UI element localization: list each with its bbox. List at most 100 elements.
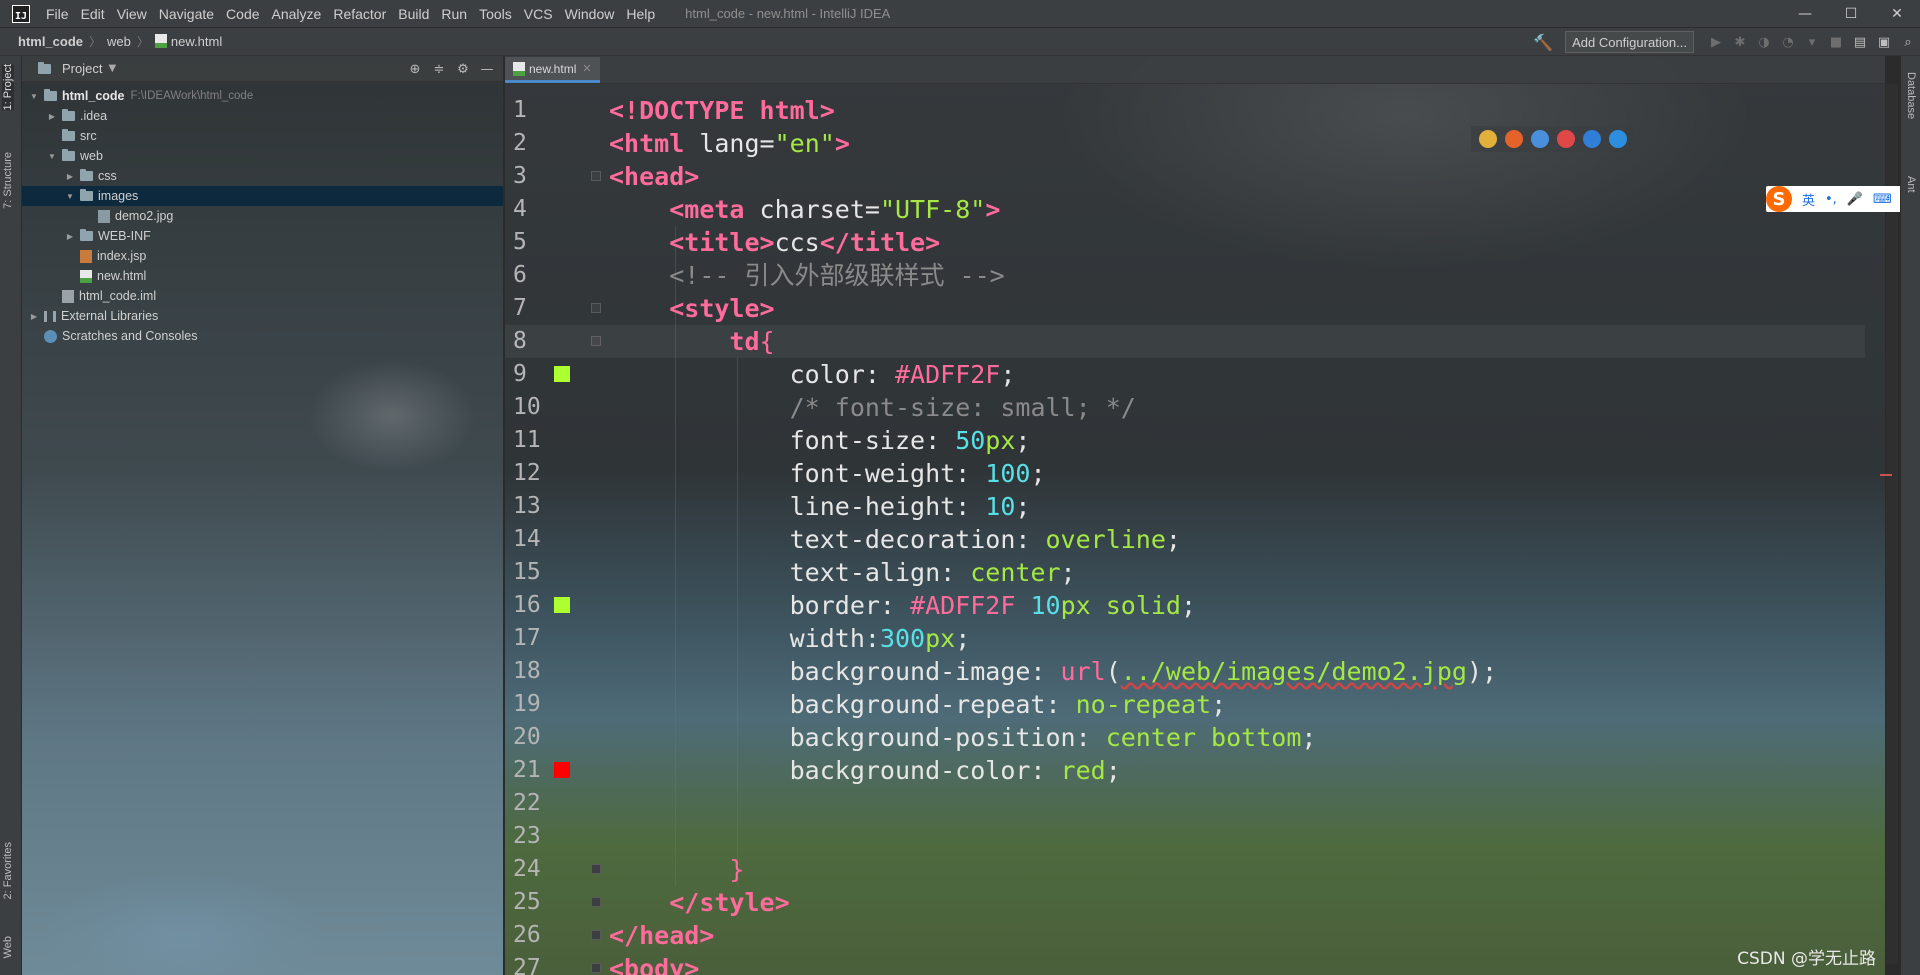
code-line[interactable]: <meta charset="UTF-8"> bbox=[609, 193, 1000, 226]
tree-item[interactable]: new.html bbox=[22, 266, 503, 286]
tree-item[interactable]: ▼ web bbox=[22, 146, 503, 166]
tab-new-html[interactable]: new.html ✕ bbox=[505, 57, 600, 83]
hide-icon[interactable]: — bbox=[475, 62, 499, 77]
search-icon[interactable]: ⌕ bbox=[1896, 30, 1920, 54]
collapse-arrow-icon[interactable]: ▶ bbox=[64, 172, 76, 181]
menu-window[interactable]: Window bbox=[559, 6, 621, 22]
breadcrumb-project[interactable]: html_code bbox=[14, 34, 87, 49]
color-swatch-icon[interactable] bbox=[554, 366, 570, 382]
menu-build[interactable]: Build bbox=[392, 6, 435, 22]
tree-item[interactable]: ▼ images bbox=[22, 186, 503, 206]
ant-tool-tab[interactable]: Ant bbox=[1905, 176, 1917, 193]
favorites-tool-tab[interactable]: 2: Favorites bbox=[2, 842, 14, 899]
debug-icon[interactable]: ✱ bbox=[1728, 30, 1752, 54]
code-line[interactable]: <html lang="en"> bbox=[609, 127, 850, 160]
code-line[interactable]: background-repeat: no-repeat; bbox=[609, 688, 1227, 721]
color-swatch-icon[interactable] bbox=[554, 597, 570, 613]
sogou-logo-icon[interactable]: S bbox=[1766, 186, 1792, 212]
code-line[interactable]: } bbox=[609, 853, 744, 886]
ime-item[interactable]: •, bbox=[1825, 192, 1837, 207]
browser-icon[interactable] bbox=[1583, 130, 1601, 148]
code-line[interactable]: background-image: url(../web/images/demo… bbox=[609, 655, 1497, 688]
menu-help[interactable]: Help bbox=[620, 6, 661, 22]
minimize-button[interactable]: — bbox=[1782, 0, 1828, 28]
project-panel-title[interactable]: Project bbox=[62, 61, 102, 76]
collapse-arrow-icon[interactable]: ▶ bbox=[28, 312, 40, 321]
code-line[interactable]: </head> bbox=[609, 919, 714, 952]
coverage-icon[interactable]: ◑ bbox=[1752, 30, 1776, 54]
menu-tools[interactable]: Tools bbox=[473, 6, 518, 22]
tree-item[interactable]: html_code.iml bbox=[22, 286, 503, 306]
ime-item[interactable]: 英 bbox=[1802, 190, 1815, 209]
code-line[interactable]: line-height: 10; bbox=[609, 490, 1031, 523]
tree-item[interactable]: Scratches and Consoles bbox=[22, 326, 503, 346]
code-line[interactable]: </style> bbox=[609, 886, 789, 919]
code-line[interactable]: border: #ADFF2F 10px solid; bbox=[609, 589, 1196, 622]
chevron-down-icon[interactable]: ▼ bbox=[108, 63, 116, 74]
ime-item[interactable]: 🎤 bbox=[1847, 192, 1863, 207]
run-dropdown-icon[interactable]: ▾ bbox=[1800, 30, 1824, 54]
locate-icon[interactable]: ⊕ bbox=[403, 62, 427, 77]
code-line[interactable]: <style> bbox=[609, 292, 774, 325]
breadcrumb-folder[interactable]: web bbox=[103, 34, 135, 49]
web-tool-tab[interactable]: Web bbox=[2, 936, 14, 958]
code-line[interactable]: color: #ADFF2F; bbox=[609, 358, 1016, 391]
menu-navigate[interactable]: Navigate bbox=[153, 6, 220, 22]
menu-edit[interactable]: Edit bbox=[75, 6, 111, 22]
browser-icon[interactable] bbox=[1505, 130, 1523, 148]
maximize-button[interactable]: ☐ bbox=[1828, 0, 1874, 28]
menu-code[interactable]: Code bbox=[220, 6, 265, 22]
code-line[interactable]: td{ bbox=[609, 325, 774, 358]
code-line[interactable]: text-decoration: overline; bbox=[609, 523, 1181, 556]
collapse-arrow-icon[interactable]: ▶ bbox=[64, 232, 76, 241]
tree-item[interactable]: ▶ css bbox=[22, 166, 503, 186]
fold-marker-icon[interactable] bbox=[591, 930, 601, 940]
fold-marker-icon[interactable] bbox=[591, 171, 601, 181]
build-hammer-icon[interactable]: 🔨 bbox=[1533, 33, 1553, 52]
code-line[interactable]: <title>ccs</title> bbox=[609, 226, 940, 259]
layout-icon[interactable]: ▣ bbox=[1872, 30, 1896, 54]
tree-item[interactable]: ▶ .idea bbox=[22, 106, 503, 126]
project-structure-icon[interactable]: ▤ bbox=[1848, 30, 1872, 54]
tree-item[interactable]: ▶ WEB-INF bbox=[22, 226, 503, 246]
tree-item[interactable]: index.jsp bbox=[22, 246, 503, 266]
error-stripe-marker[interactable] bbox=[1880, 474, 1892, 476]
browser-icon[interactable] bbox=[1531, 130, 1549, 148]
browser-icon[interactable] bbox=[1479, 130, 1497, 148]
menu-analyze[interactable]: Analyze bbox=[266, 6, 328, 22]
structure-tool-tab[interactable]: 7: Structure bbox=[2, 152, 14, 209]
project-tool-tab[interactable]: 1: Project bbox=[2, 64, 14, 111]
code-line[interactable]: font-size: 50px; bbox=[609, 424, 1031, 457]
code-line[interactable]: <head> bbox=[609, 160, 699, 193]
code-line[interactable]: width:300px; bbox=[609, 622, 971, 655]
code-content[interactable]: <!DOCTYPE html> <html lang="en"> <head> <m… bbox=[505, 84, 1879, 975]
ime-item[interactable]: ⌨ bbox=[1873, 192, 1892, 207]
code-line[interactable]: <body> bbox=[609, 952, 699, 975]
code-line[interactable]: background-color: red; bbox=[609, 754, 1121, 787]
code-line[interactable]: text-align: center; bbox=[609, 556, 1076, 589]
expand-arrow-icon[interactable]: ▼ bbox=[46, 152, 58, 161]
code-line[interactable]: <!DOCTYPE html> bbox=[609, 94, 835, 127]
fold-marker-icon[interactable] bbox=[591, 963, 601, 973]
tree-item[interactable]: demo2.jpg bbox=[22, 206, 503, 226]
menu-view[interactable]: View bbox=[111, 6, 153, 22]
menu-run[interactable]: Run bbox=[435, 6, 473, 22]
stop-icon[interactable]: ■ bbox=[1824, 30, 1848, 54]
code-line[interactable]: <!-- 引入外部级联样式 --> bbox=[609, 259, 1004, 292]
code-line[interactable]: font-weight: 100; bbox=[609, 457, 1046, 490]
collapse-arrow-icon[interactable]: ▶ bbox=[46, 112, 58, 121]
code-editor[interactable]: new.html ✕ 1 2 3 4 5 6 7 8 9 10 11 12 13 14 15 16 17 18 19… bbox=[505, 56, 1885, 975]
tree-item[interactable]: ▼ html_code F:\IDEAWork\html_code bbox=[22, 86, 503, 106]
fold-marker-icon[interactable] bbox=[591, 303, 601, 313]
code-line[interactable]: background-position: center bottom; bbox=[609, 721, 1317, 754]
menu-file[interactable]: File bbox=[40, 6, 75, 22]
editor-scrollbar[interactable] bbox=[1886, 84, 1898, 964]
close-window-button[interactable]: ✕ bbox=[1874, 0, 1920, 28]
menu-refactor[interactable]: Refactor bbox=[327, 6, 392, 22]
add-configuration-button[interactable]: Add Configuration... bbox=[1565, 31, 1694, 53]
expand-arrow-icon[interactable]: ▼ bbox=[64, 192, 76, 201]
breadcrumb-file[interactable]: new.html bbox=[151, 34, 226, 49]
close-icon[interactable]: ✕ bbox=[582, 62, 591, 75]
code-line[interactable]: /* font-size: small; */ bbox=[609, 391, 1136, 424]
tree-item[interactable]: src bbox=[22, 126, 503, 146]
